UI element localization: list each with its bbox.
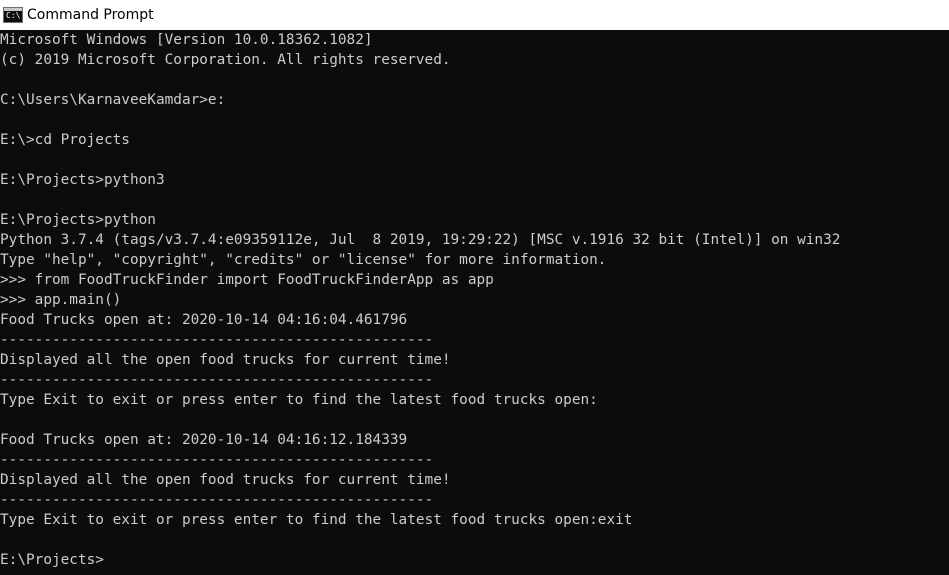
- console-line: Displayed all the open food trucks for c…: [0, 352, 451, 368]
- console-output[interactable]: Microsoft Windows [Version 10.0.18362.10…: [0, 30, 949, 575]
- console-line: E:\>cd Projects: [0, 132, 130, 148]
- console-line: E:\Projects>python3: [0, 172, 165, 188]
- console-line: Food Trucks open at: 2020-10-14 04:16:04…: [0, 312, 408, 328]
- console-line: ----------------------------------------…: [0, 492, 434, 508]
- command-prompt-window: C:\ Command Prompt Microsoft Windows [Ve…: [0, 0, 949, 575]
- console-line: >>> from FoodTruckFinder import FoodTruc…: [0, 272, 494, 288]
- console-line: Python 3.7.4 (tags/v3.7.4:e09359112e, Ju…: [0, 232, 841, 248]
- console-line: (c) 2019 Microsoft Corporation. All righ…: [0, 52, 451, 68]
- console-line: Type "help", "copyright", "credits" or "…: [0, 252, 607, 268]
- console-icon: C:\: [3, 6, 23, 23]
- console-line: Displayed all the open food trucks for c…: [0, 472, 451, 488]
- title-bar[interactable]: C:\ Command Prompt: [0, 0, 949, 30]
- console-line: E:\Projects>: [0, 552, 104, 568]
- console-line: Type Exit to exit or press enter to find…: [0, 512, 633, 528]
- console-line: C:\Users\KarnaveeKamdar>e:: [0, 92, 226, 108]
- console-line: E:\Projects>python: [0, 212, 156, 228]
- console-line: Food Trucks open at: 2020-10-14 04:16:12…: [0, 432, 408, 448]
- console-line: Type Exit to exit or press enter to find…: [0, 392, 598, 408]
- console-line: Microsoft Windows [Version 10.0.18362.10…: [0, 32, 373, 48]
- console-line: >>> app.main(): [0, 292, 122, 308]
- console-line: ----------------------------------------…: [0, 332, 434, 348]
- console-line: ----------------------------------------…: [0, 452, 434, 468]
- window-title: Command Prompt: [27, 7, 154, 23]
- console-line: ----------------------------------------…: [0, 372, 434, 388]
